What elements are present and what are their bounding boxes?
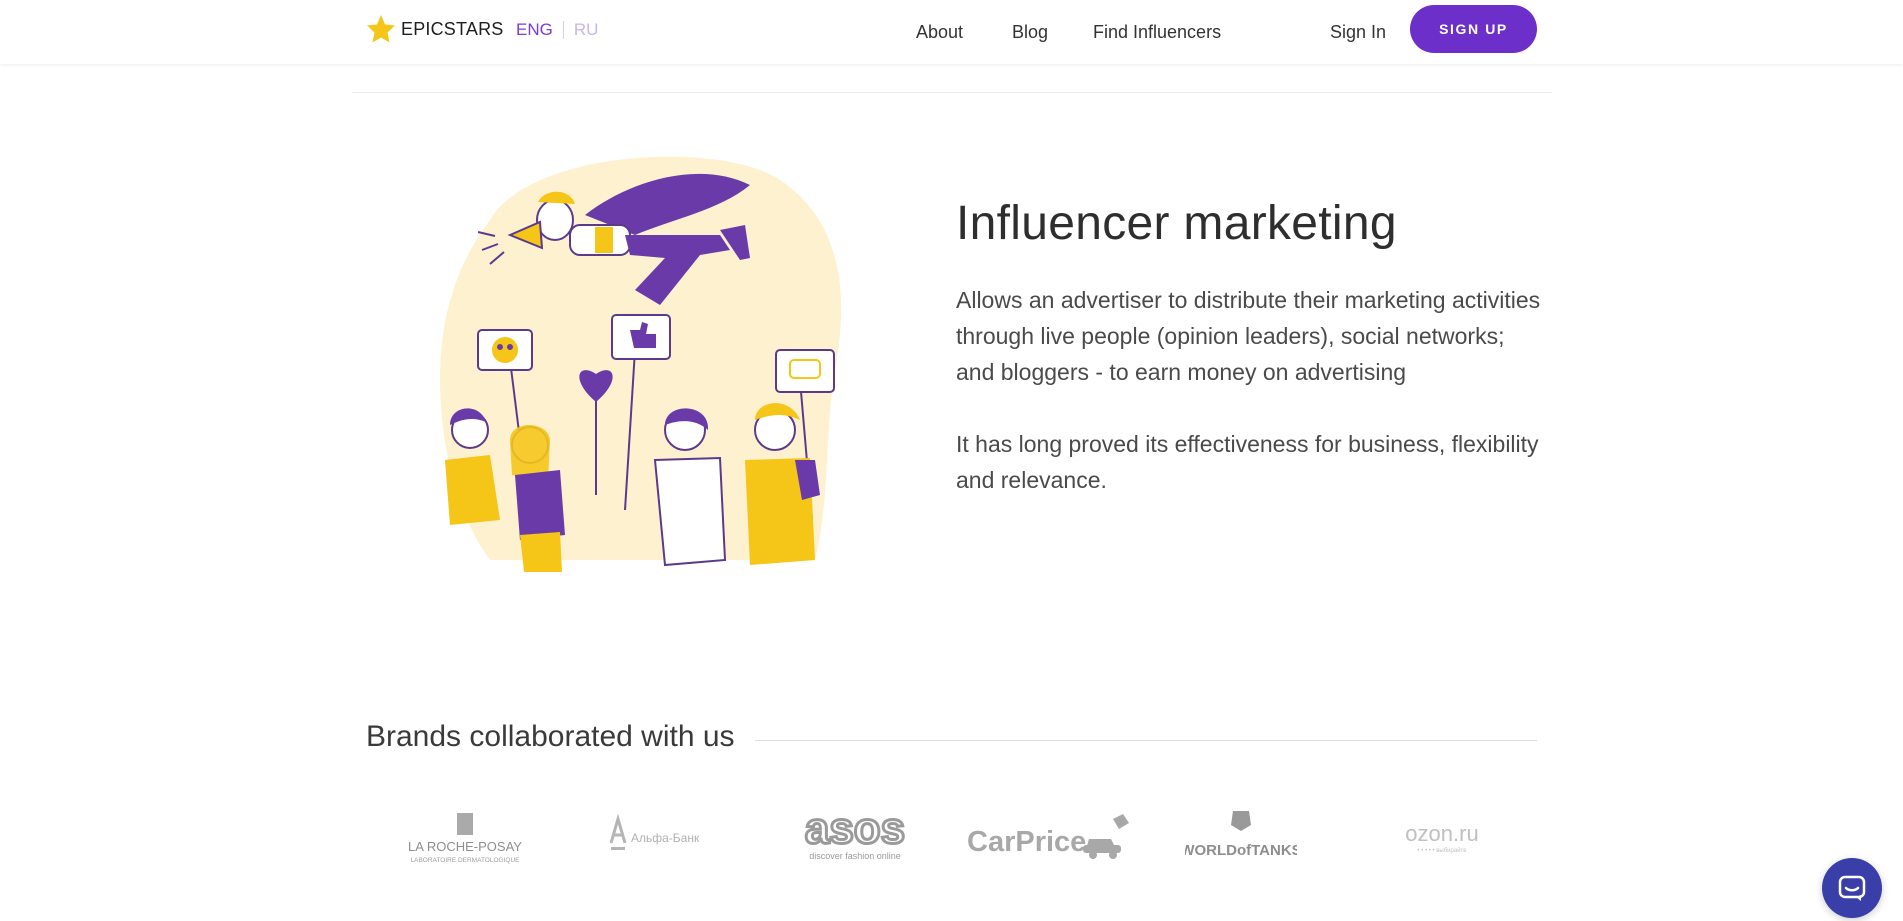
- brand-logo-world-of-tanks: WORLDofTANKS: [1185, 805, 1297, 865]
- influencer-crowd-illustration: [440, 156, 842, 572]
- nav-find-influencers[interactable]: Find Influencers: [1093, 22, 1221, 43]
- chat-icon: [1838, 875, 1866, 901]
- brand-name: CarPrice: [967, 826, 1086, 858]
- hero-title: Influencer marketing: [956, 197, 1397, 250]
- section-divider: [352, 92, 1552, 93]
- brand-tagline: discover fashion online: [809, 851, 901, 861]
- top-navigation-bar: EPICSTARS ENG RU About Blog Find Influen…: [0, 0, 1903, 64]
- logo-text: EPICSTARS: [401, 18, 504, 39]
- lang-separator: [562, 21, 564, 39]
- nav-about[interactable]: About: [916, 22, 963, 43]
- sign-up-button[interactable]: SIGN UP: [1410, 5, 1537, 53]
- brand-tagline: LABORATOIRE DERMATOLOGIQUE: [411, 857, 521, 864]
- brand-name: LA ROCHE-POSAY: [408, 839, 522, 854]
- language-switcher: ENG RU: [516, 20, 598, 40]
- brand-name: ozon.ru: [1405, 821, 1478, 846]
- lang-ru-link[interactable]: RU: [574, 20, 599, 40]
- lang-eng-link[interactable]: ENG: [516, 20, 553, 40]
- brand-logo-la-roche-posay: LA ROCHE-POSAY LABORATOIRE DERMATOLOGIQU…: [400, 805, 530, 865]
- brand-logo-carprice: CarPrice: [963, 805, 1138, 865]
- nav-blog[interactable]: Blog: [1012, 22, 1048, 43]
- hero-description: Allows an advertiser to distribute their…: [956, 287, 1541, 385]
- brand-logo-ozon: ozon.ru • • • • • выбирайте: [1400, 805, 1484, 865]
- brand-logo-alfa-bank: Альфа-Банк: [605, 805, 715, 865]
- brand-logo-asos: asos discover fashion online: [793, 805, 918, 865]
- brand-name: WORLDofTANKS: [1185, 842, 1297, 859]
- hero-description-secondary: It has long proved its effectiveness for…: [956, 431, 1539, 493]
- brand-name: Альфа-Банк: [631, 831, 700, 845]
- chat-widget-button[interactable]: [1822, 858, 1882, 918]
- brand-name: asos: [805, 805, 905, 853]
- brands-title-divider: [755, 740, 1537, 741]
- epicstars-logo[interactable]: EPICSTARS: [366, 14, 504, 44]
- brands-section-title: Brands collaborated with us: [366, 720, 735, 753]
- star-icon: [367, 15, 395, 43]
- sign-in-link[interactable]: Sign In: [1330, 22, 1386, 43]
- brand-tagline: • • • • • выбирайте: [1417, 847, 1467, 854]
